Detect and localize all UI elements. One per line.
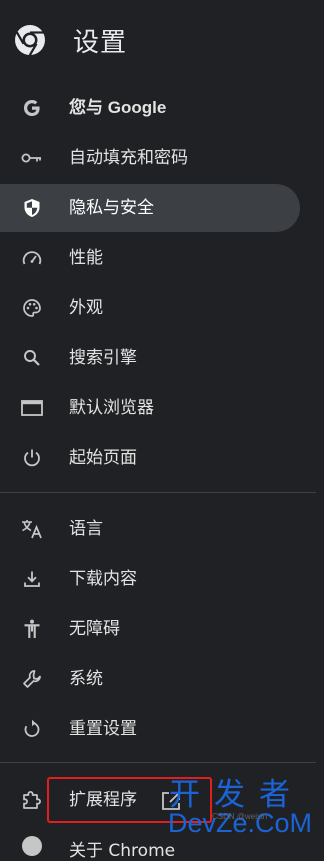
nav-item-privacy-security[interactable]: 隐私与安全: [0, 184, 300, 232]
nav-item-autofill-passwords[interactable]: 自动填充和密码: [0, 134, 300, 182]
credit-text: CSDN @weixin: [212, 812, 268, 821]
speedometer-icon: [21, 247, 43, 269]
download-icon: [21, 568, 43, 590]
reset-icon: [21, 718, 43, 740]
nav-item-default-browser[interactable]: 默认浏览器: [0, 384, 300, 432]
nav-item-label: 自动填充和密码: [69, 148, 188, 168]
nav-item-search-engine[interactable]: 搜索引擎: [0, 334, 300, 382]
power-icon: [21, 447, 43, 469]
nav-item-performance[interactable]: 性能: [0, 234, 300, 282]
nav-item-label: 默认浏览器: [69, 398, 154, 418]
site-watermark: 开发者 DevZe.CoM: [163, 778, 323, 842]
nav-item-label: 语言: [69, 519, 103, 539]
google-g-icon: [21, 97, 43, 119]
nav-item-on-startup[interactable]: 起始页面: [0, 434, 300, 482]
shield-icon: [21, 197, 43, 219]
nav-item-label: 起始页面: [69, 448, 137, 468]
settings-header: 设置: [0, 0, 324, 80]
nav-item-label: 无障碍: [69, 619, 120, 639]
nav-item-you-and-google[interactable]: 您与 Google: [0, 84, 300, 132]
page-title: 设置: [73, 28, 128, 58]
nav-item-label: 隐私与安全: [69, 198, 154, 218]
nav-divider: [0, 492, 316, 493]
nav-item-system[interactable]: 系统: [0, 655, 300, 703]
wrench-icon: [21, 668, 43, 690]
watermark-cn-text: 开发者: [169, 777, 304, 813]
nav-item-accessibility[interactable]: 无障碍: [0, 605, 300, 653]
nav-item-downloads[interactable]: 下载内容: [0, 555, 300, 603]
nav-item-label: 您与 Google: [69, 98, 167, 117]
nav-item-appearance[interactable]: 外观: [0, 284, 300, 332]
key-icon: [21, 147, 43, 169]
nav-item-label: 性能: [69, 248, 103, 268]
nav-item-label: 外观: [69, 298, 103, 318]
translate-icon: [21, 518, 43, 540]
puzzle-icon: [21, 789, 43, 811]
nav-item-label: 下载内容: [69, 569, 137, 589]
nav-item-about-chrome[interactable]: 关于 Chrome: [69, 836, 175, 861]
accessibility-icon: [21, 618, 43, 640]
nav-item-label: 搜索引擎: [69, 348, 137, 368]
nav-item-reset-settings[interactable]: 重置设置: [0, 705, 300, 753]
chrome-logo-icon[interactable]: [14, 24, 46, 56]
nav-item-label: 系统: [69, 669, 103, 689]
search-icon: [21, 347, 43, 369]
chrome-info-icon: [22, 836, 42, 856]
nav-divider: [0, 762, 316, 763]
nav-item-languages[interactable]: 语言: [0, 505, 300, 553]
palette-icon: [21, 297, 43, 319]
browser-window-icon: [21, 397, 43, 419]
nav-item-label: 重置设置: [69, 719, 137, 739]
